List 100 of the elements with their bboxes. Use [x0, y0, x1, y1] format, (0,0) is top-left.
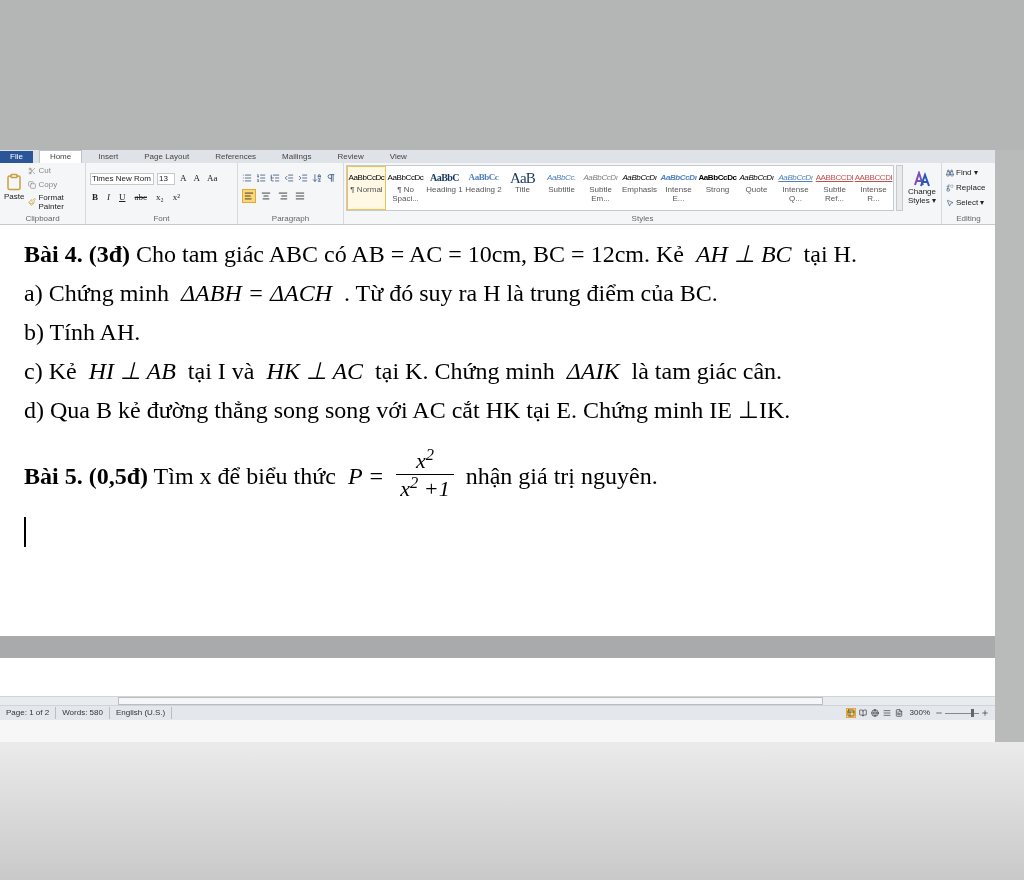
zoom-level[interactable]: 300% — [904, 707, 935, 719]
file-tab[interactable]: File — [0, 151, 33, 163]
style-gallery-item[interactable]: AABBCCDI Intense R... — [854, 166, 893, 210]
style-gallery-item[interactable]: AaBbCc. Subtitle — [542, 166, 581, 210]
view-button[interactable] — [893, 708, 904, 718]
word-count[interactable]: Words: 580 — [56, 707, 110, 719]
math-expression: ΔABH = ΔACH — [181, 279, 333, 308]
paragraph-tool-icon[interactable] — [284, 173, 294, 183]
ribbon-tab[interactable]: View — [379, 151, 417, 163]
body-text: là tam giác cân. — [630, 357, 783, 386]
format-button[interactable]: I — [105, 190, 112, 204]
paintbrush-icon — [28, 198, 37, 206]
paragraph-tool-icon[interactable] — [242, 173, 252, 183]
text-cursor — [24, 517, 26, 547]
binoculars-icon — [946, 169, 954, 177]
view-button[interactable] — [845, 708, 856, 718]
ribbon-tab[interactable]: References — [205, 151, 267, 163]
view-button[interactable] — [869, 708, 880, 718]
body-text: b) Tính AH. — [24, 318, 141, 347]
math-expression: HI ⊥ AB — [88, 357, 176, 386]
zoom-out-icon[interactable] — [935, 709, 943, 717]
style-gallery-item[interactable]: AaBbCcDc Strong — [698, 166, 737, 210]
format-button[interactable]: x² — [170, 190, 182, 204]
fraction-numerator: x$^{2}$ — [414, 448, 435, 474]
select-button[interactable]: Select ▾ — [946, 197, 991, 209]
align-button[interactable] — [259, 189, 273, 203]
heading-label: Bài 5. (0,5đ) — [24, 461, 148, 491]
zoom-slider-thumb[interactable] — [971, 709, 975, 717]
heading-label: Bài 4. (3đ) — [24, 240, 130, 269]
scrollbar-thumb[interactable] — [118, 697, 823, 705]
style-gallery-item[interactable]: AaBbCcDc ¶ No Spaci... — [386, 166, 425, 210]
paragraph-tool-icon[interactable] — [312, 173, 322, 183]
format-button[interactable]: B — [90, 190, 100, 204]
format-button[interactable]: U — [117, 190, 128, 204]
letters-icon — [914, 171, 930, 187]
body-text: a) Chứng minh — [24, 279, 170, 308]
math-expression: HK ⊥ AC — [266, 357, 364, 386]
math-expression: ΔAIK — [566, 357, 620, 386]
view-button[interactable] — [881, 708, 892, 718]
clipboard-icon — [5, 173, 24, 191]
body-text: . Từ đó suy ra H là trung điểm của BC. — [343, 279, 718, 308]
format-painter-button[interactable]: Format Painter — [28, 193, 81, 211]
cut-button[interactable]: Cut — [28, 165, 81, 177]
paragraph-tool-icon[interactable] — [326, 173, 336, 183]
body-text: tại K. Chứng minh — [374, 357, 556, 386]
paste-button[interactable]: Paste — [4, 173, 25, 203]
ribbon-tab[interactable]: Review — [327, 151, 374, 163]
math-expression: P = — [347, 461, 385, 491]
group-label: Font — [153, 213, 170, 224]
fraction-denominator: x$^{2}$ +1 — [396, 474, 454, 503]
scissors-icon — [28, 167, 37, 175]
find-button[interactable]: Find ▾ — [946, 167, 991, 179]
body-text: tại I và — [186, 357, 256, 386]
replace-button[interactable]: Replace — [946, 182, 991, 194]
copy-button[interactable]: Copy — [28, 179, 81, 191]
body-text: c) Kẻ — [24, 357, 78, 386]
replace-icon — [946, 184, 954, 192]
change-styles-button[interactable]: Change Styles ▾ — [905, 171, 939, 205]
style-gallery-item[interactable]: AaB Title — [503, 166, 542, 210]
paragraph-tool-icon[interactable] — [256, 173, 266, 183]
align-button[interactable] — [293, 189, 307, 203]
paragraph-tool-icon[interactable] — [298, 173, 308, 183]
style-gallery-item[interactable]: AaBbCcDı Intense Q... — [776, 166, 815, 210]
body-text: tại H. — [802, 240, 857, 269]
style-gallery-item[interactable]: AABBCCDI Subtle Ref... — [815, 166, 854, 210]
font-button[interactable]: A — [191, 172, 202, 186]
group-label: Editing — [956, 213, 981, 224]
style-gallery-item[interactable]: AaBbCc Heading 2 — [464, 166, 503, 210]
format-button[interactable]: abc — [132, 190, 149, 204]
ribbon-tab[interactable]: Home — [38, 150, 83, 163]
page-count[interactable]: Page: 1 of 2 — [6, 707, 57, 719]
group-label: Styles — [631, 213, 654, 224]
paragraph-tool-icon[interactable] — [270, 173, 280, 183]
font-family-field[interactable]: Times New Rom — [90, 172, 154, 185]
copy-icon — [28, 181, 37, 189]
body-text: Tìm x để biểu thức — [152, 461, 337, 491]
pointer-icon — [946, 199, 954, 207]
group-label: Paragraph — [271, 213, 310, 224]
ribbon-tab[interactable]: Page Layout — [134, 151, 200, 163]
style-gallery-item[interactable]: AaBbCcDı Intense E... — [659, 166, 698, 210]
font-size-field[interactable]: 13 — [157, 172, 175, 185]
view-button[interactable] — [857, 708, 868, 718]
group-label: Clipboard — [25, 213, 60, 224]
align-button[interactable] — [276, 189, 290, 203]
style-gallery-item[interactable]: AaBbCcDı Quote — [737, 166, 776, 210]
format-button[interactable]: x₂ — [154, 190, 166, 204]
font-button[interactable]: Aa — [205, 172, 220, 186]
language-indicator[interactable]: English (U.S.) — [109, 707, 173, 719]
ribbon-tab[interactable]: Insert — [88, 151, 129, 163]
body-text: Cho tam giác ABC có AB = AC = 10cm, BC = 12cm. Kẻ — [135, 240, 685, 269]
body-text: nhận giá trị nguyên. — [464, 461, 658, 491]
style-gallery-item[interactable]: AaBbCcDı Subtle Em... — [581, 166, 620, 210]
style-gallery-item[interactable]: AaBbCcDı Emphasis — [620, 166, 659, 210]
align-button[interactable] — [242, 189, 256, 203]
font-button[interactable]: A — [178, 172, 189, 186]
style-gallery-item[interactable]: AaBbCcDc ¶ Normal — [347, 166, 386, 210]
style-gallery-item[interactable]: AaBbC Heading 1 — [425, 166, 464, 210]
ribbon-tab[interactable]: Mailings — [272, 151, 322, 163]
zoom-in-icon[interactable] — [981, 709, 989, 717]
body-text: d) Qua B kẻ đường thẳng song song với AC cắt HK tại E. Chứng minh IE ⊥IK. — [24, 396, 791, 425]
